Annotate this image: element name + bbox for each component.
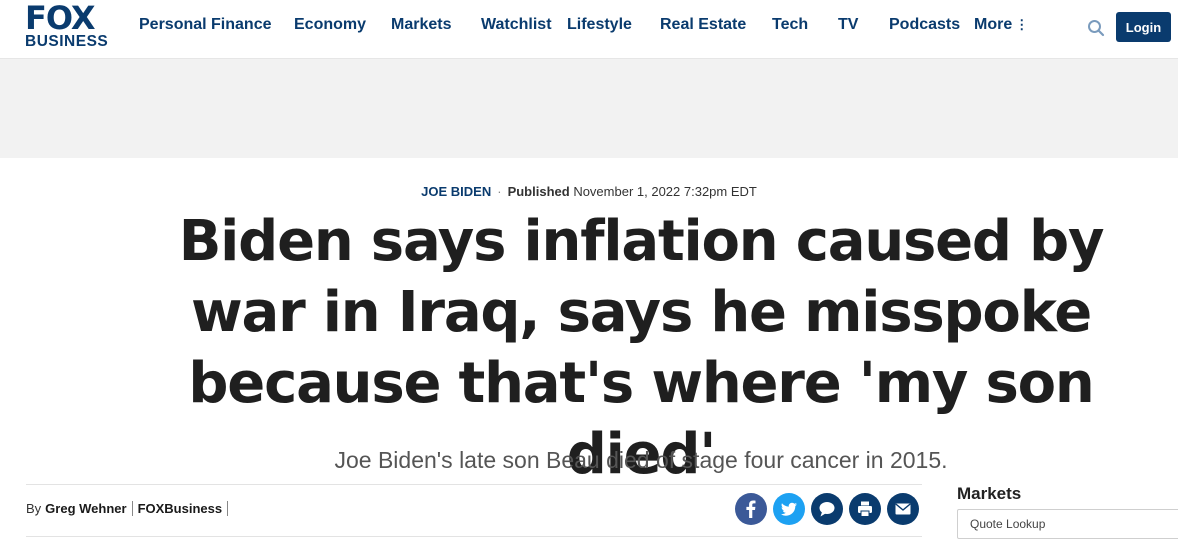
outlet-link[interactable]: FOXBusiness bbox=[138, 501, 223, 516]
author-link[interactable]: Greg Wehner bbox=[45, 501, 126, 516]
comment-icon bbox=[819, 502, 835, 517]
fox-business-logo[interactable]: FOX BUSINESS bbox=[25, 2, 123, 50]
published-date: November 1, 2022 7:32pm EDT bbox=[573, 184, 757, 199]
byline-divider bbox=[227, 501, 229, 516]
print-button[interactable] bbox=[849, 493, 881, 525]
site-header: FOX BUSINESS Personal Finance Economy Ma… bbox=[0, 0, 1178, 59]
article-meta: JOE BIDEN · Published November 1, 2022 7:3… bbox=[0, 184, 1178, 199]
byline-bottom-rule bbox=[26, 536, 922, 537]
nav-personal-finance[interactable]: Personal Finance bbox=[139, 16, 272, 34]
twitter-icon bbox=[781, 502, 797, 516]
nav-tv[interactable]: TV bbox=[838, 16, 858, 34]
print-icon bbox=[858, 501, 872, 517]
byline-top-rule bbox=[26, 484, 922, 485]
nav-more[interactable]: More ⋮ bbox=[974, 16, 1028, 34]
nav-markets[interactable]: Markets bbox=[391, 16, 451, 34]
search-icon[interactable] bbox=[1087, 19, 1105, 37]
comments-button[interactable] bbox=[811, 493, 843, 525]
meta-separator: · bbox=[497, 184, 502, 199]
markets-heading: Markets bbox=[957, 484, 1022, 503]
logo-wordmark-top: FOX bbox=[25, 0, 96, 37]
facebook-share-button[interactable] bbox=[735, 493, 767, 525]
facebook-icon bbox=[746, 500, 756, 518]
nav-real-estate[interactable]: Real Estate bbox=[660, 16, 746, 34]
email-button[interactable] bbox=[887, 493, 919, 525]
nav-podcasts[interactable]: Podcasts bbox=[889, 16, 960, 34]
twitter-share-button[interactable] bbox=[773, 493, 805, 525]
nav-economy[interactable]: Economy bbox=[294, 16, 366, 34]
nav-more-label: More bbox=[974, 16, 1013, 33]
login-button[interactable]: Login bbox=[1116, 12, 1171, 42]
quote-lookup-input[interactable] bbox=[957, 509, 1178, 539]
article-subhead: Joe Biden's late son Beau died of stage … bbox=[334, 447, 948, 474]
byline-divider bbox=[131, 501, 133, 516]
by-label: By bbox=[26, 501, 42, 516]
byline: By Greg Wehner FOXBusiness bbox=[26, 501, 233, 516]
logo-wordmark-bottom: BUSINESS bbox=[25, 33, 109, 50]
email-icon bbox=[895, 503, 911, 515]
more-dots-icon: ⋮ bbox=[1015, 17, 1029, 32]
nav-tech[interactable]: Tech bbox=[772, 16, 808, 34]
nav-lifestyle[interactable]: Lifestyle bbox=[567, 16, 632, 34]
published-label: Published bbox=[507, 184, 570, 199]
ad-placeholder bbox=[0, 59, 1178, 158]
category-link[interactable]: JOE BIDEN bbox=[421, 184, 491, 199]
nav-watchlist[interactable]: Watchlist bbox=[481, 16, 552, 34]
